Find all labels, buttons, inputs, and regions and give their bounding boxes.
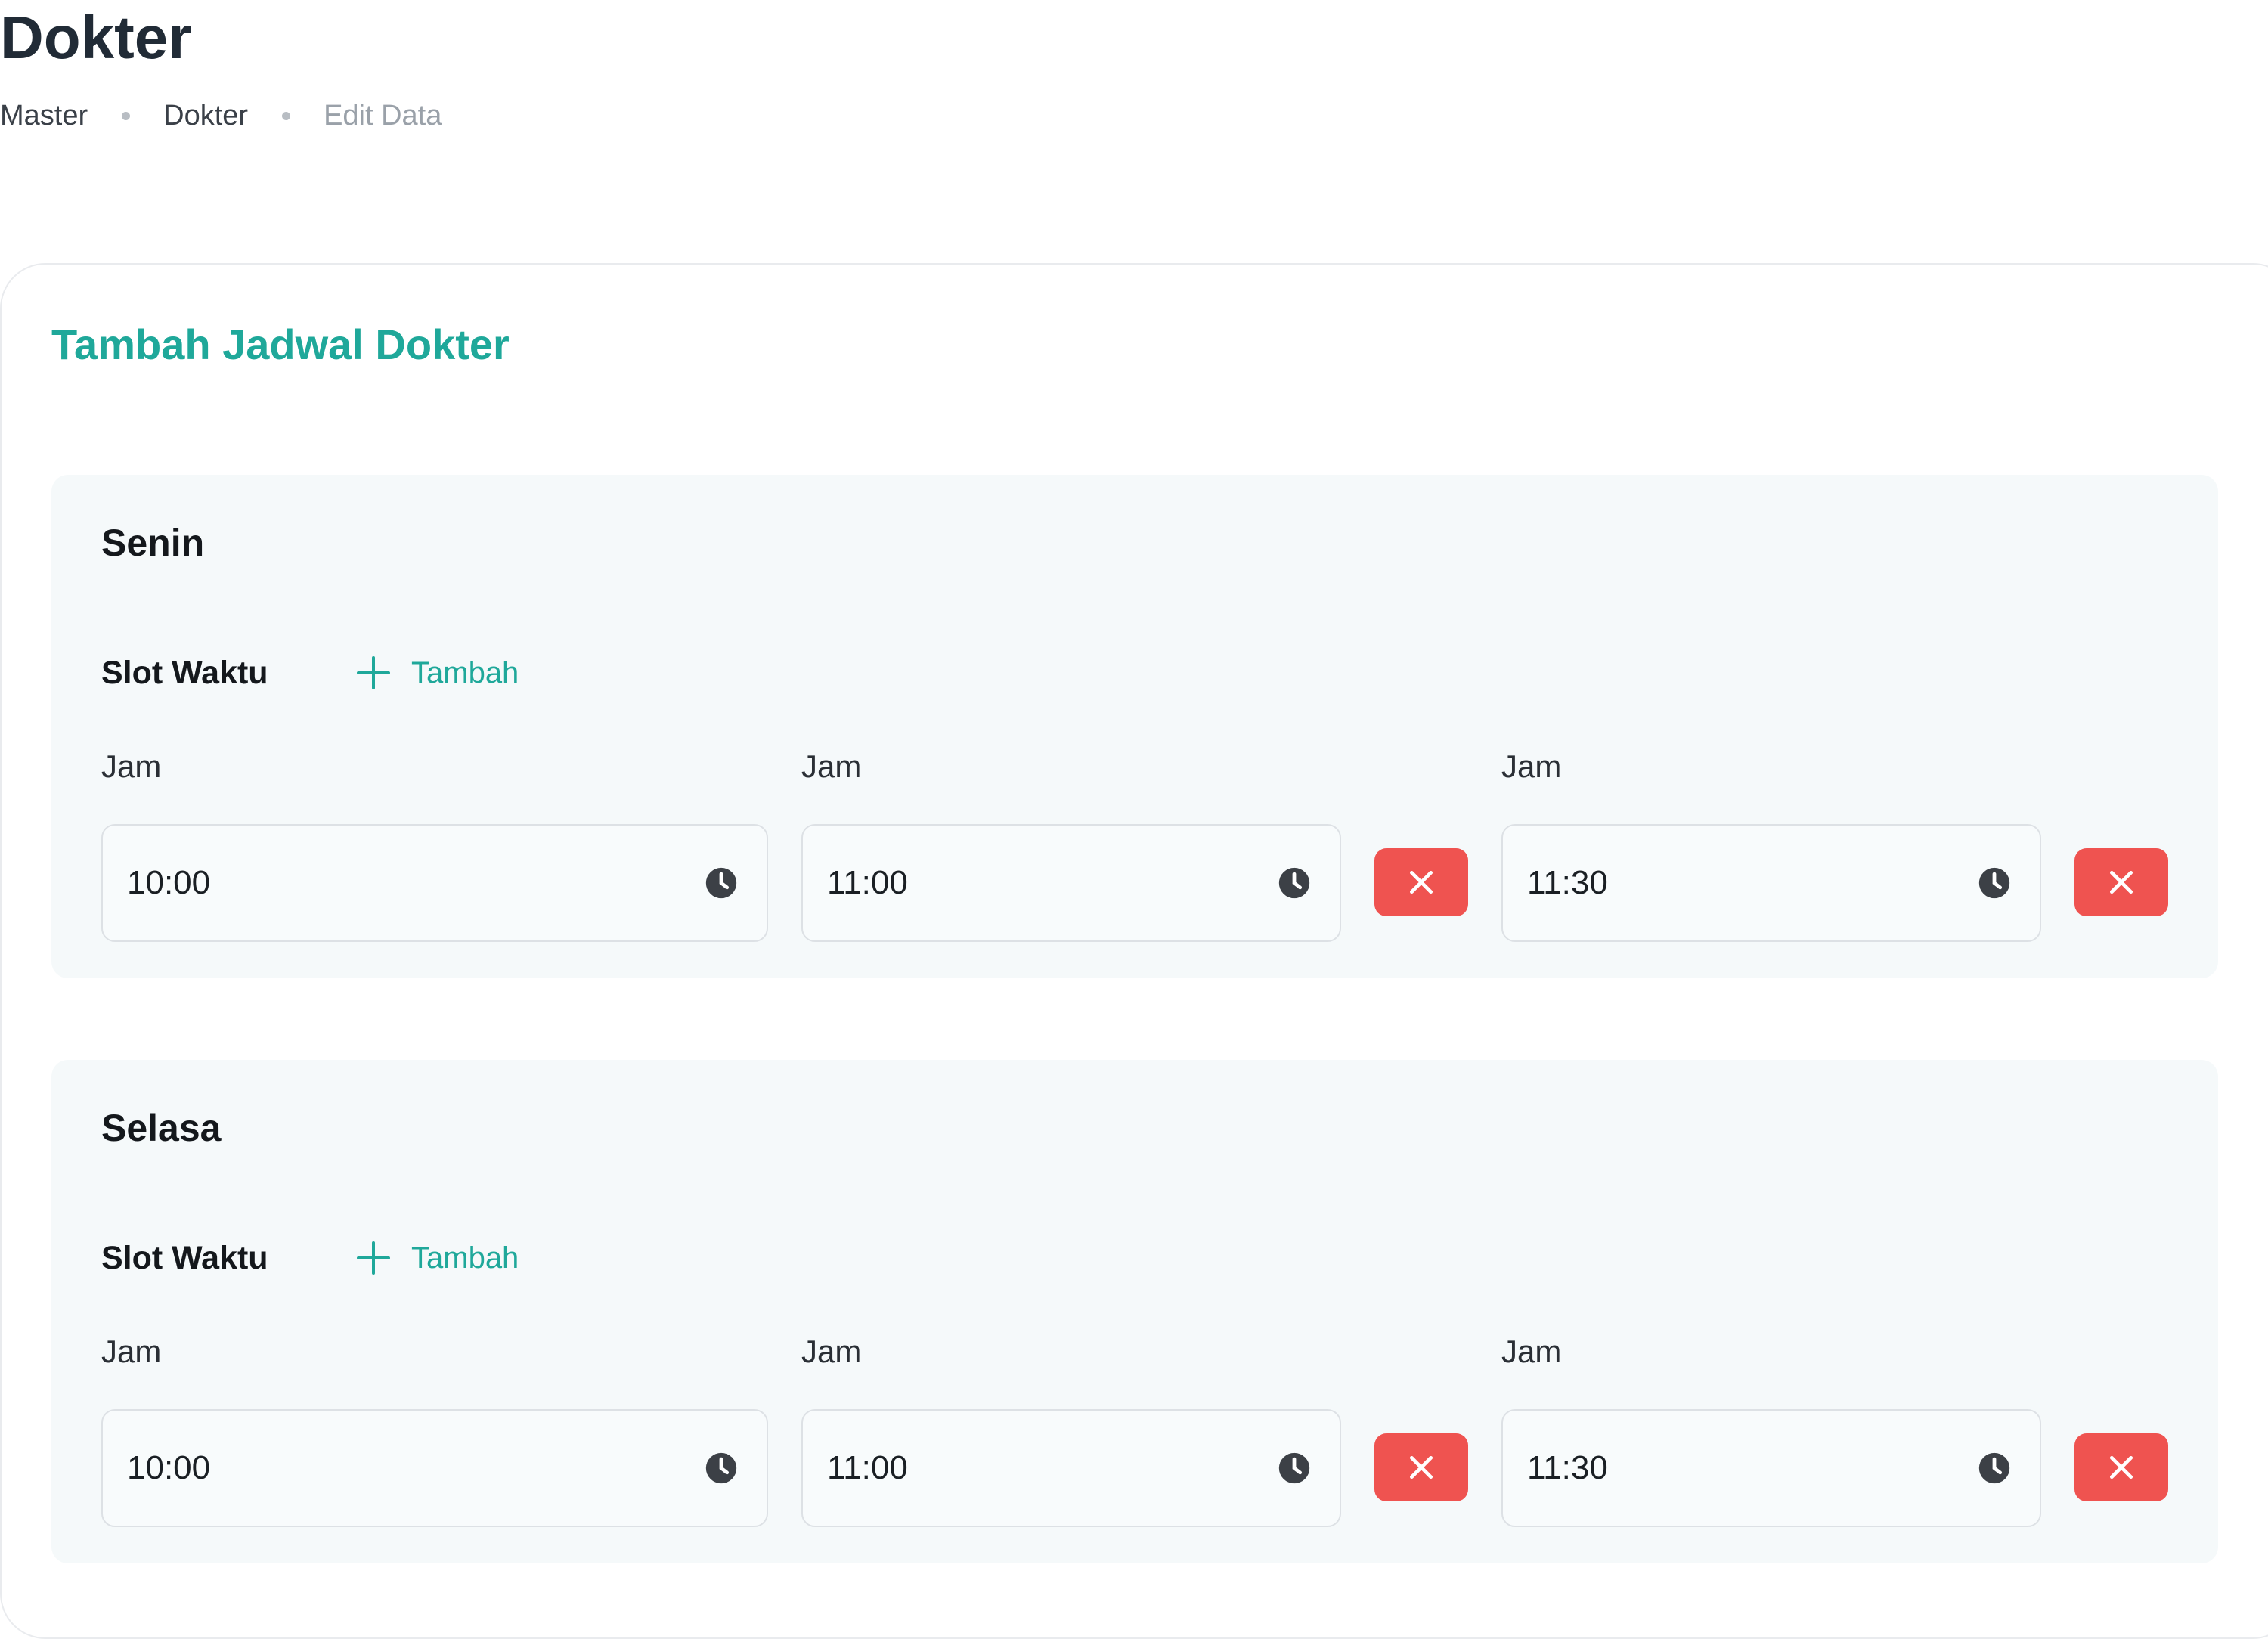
- add-slot-button[interactable]: Tambah: [357, 646, 519, 700]
- close-icon: [2109, 870, 2133, 894]
- time-value: 11:30: [1527, 864, 1608, 901]
- time-value: 11:00: [827, 864, 908, 901]
- slot-jam-label: Jam: [801, 748, 862, 784]
- close-icon: [1409, 1455, 1433, 1479]
- breadcrumb: Master Dokter Edit Data: [0, 95, 442, 136]
- clock-icon[interactable]: [705, 1452, 738, 1485]
- clock-icon[interactable]: [1978, 1452, 2011, 1485]
- day-name: Senin: [101, 522, 205, 564]
- time-input[interactable]: 10:00: [101, 1409, 768, 1527]
- breadcrumb-separator: [122, 111, 131, 120]
- slot-jam-label: Jam: [101, 1334, 162, 1369]
- add-slot-label: Tambah: [411, 656, 519, 689]
- clock-icon[interactable]: [1278, 1452, 1311, 1485]
- time-value: 11:30: [1527, 1449, 1608, 1486]
- delete-slot-button[interactable]: [1374, 1433, 1468, 1501]
- breadcrumb-separator: [282, 111, 291, 120]
- clock-icon[interactable]: [1278, 866, 1311, 900]
- day-section-senin: Senin Slot Waktu Tambah Jam 10:00 Jam 11…: [51, 475, 2218, 978]
- time-input[interactable]: 11:30: [1501, 824, 2041, 942]
- card-title: Tambah Jadwal Dokter: [51, 321, 510, 368]
- close-icon: [2109, 1455, 2133, 1479]
- time-input[interactable]: 10:00: [101, 824, 768, 942]
- plus-icon: [357, 656, 390, 689]
- slot-waktu-label: Slot Waktu: [101, 655, 268, 691]
- day-name: Selasa: [101, 1107, 222, 1149]
- slot-jam-label: Jam: [101, 748, 162, 784]
- delete-slot-button[interactable]: [1374, 848, 1468, 916]
- delete-slot-button[interactable]: [2074, 1433, 2168, 1501]
- slot-jam-label: Jam: [1501, 1334, 1562, 1369]
- close-icon: [1409, 870, 1433, 894]
- time-value: 10:00: [127, 1449, 211, 1486]
- time-input[interactable]: 11:00: [801, 824, 1341, 942]
- delete-slot-button[interactable]: [2074, 848, 2168, 916]
- clock-icon[interactable]: [705, 866, 738, 900]
- add-slot-button[interactable]: Tambah: [357, 1231, 519, 1285]
- plus-icon: [357, 1241, 390, 1275]
- add-slot-label: Tambah: [411, 1241, 519, 1275]
- time-value: 10:00: [127, 864, 211, 901]
- breadcrumb-item-edit-data: Edit Data: [324, 100, 442, 132]
- slot-jam-label: Jam: [1501, 748, 1562, 784]
- breadcrumb-item-master[interactable]: Master: [0, 95, 88, 136]
- time-value: 11:00: [827, 1449, 908, 1486]
- page-title: Dokter: [0, 4, 192, 71]
- clock-icon[interactable]: [1978, 866, 2011, 900]
- breadcrumb-item-dokter[interactable]: Dokter: [163, 95, 248, 136]
- time-input[interactable]: 11:00: [801, 1409, 1341, 1527]
- time-input[interactable]: 11:30: [1501, 1409, 2041, 1527]
- slot-waktu-label: Slot Waktu: [101, 1240, 268, 1276]
- slot-jam-label: Jam: [801, 1334, 862, 1369]
- day-section-selasa: Selasa Slot Waktu Tambah Jam 10:00 Jam 1…: [51, 1060, 2218, 1563]
